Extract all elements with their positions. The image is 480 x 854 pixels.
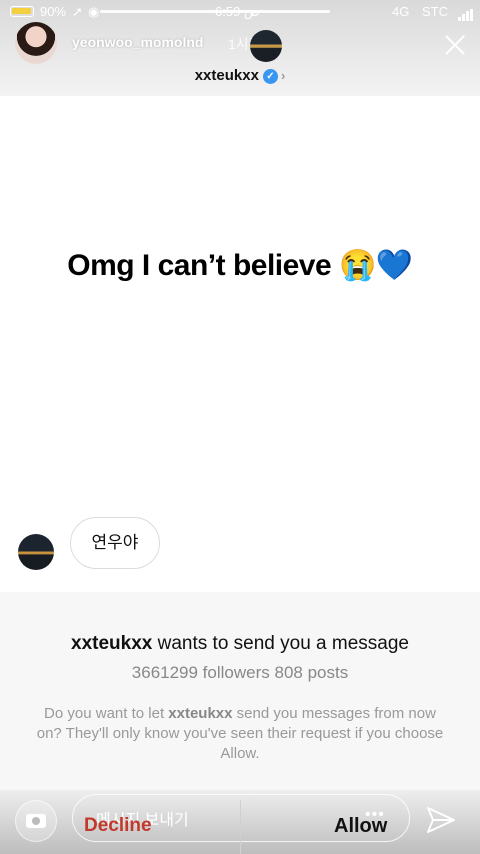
story-text: Omg I can’t believe 😭💙: [67, 249, 413, 282]
button-divider: [240, 800, 241, 854]
message-bubble[interactable]: 연우야: [70, 517, 160, 569]
request-description: Do you want to let xxteukxx send you mes…: [30, 704, 450, 764]
dm-avatar[interactable]: [250, 30, 282, 62]
location-icon: ➚: [72, 4, 83, 19]
battery-icon: [10, 6, 34, 17]
dm-header[interactable]: xxteukxx ✓ ›: [0, 67, 480, 84]
dm-username: xxteukxx: [194, 67, 259, 84]
verified-badge-icon: ✓: [262, 68, 278, 84]
request-stats: 3661299 followers 808 posts: [131, 663, 349, 682]
chevron-right-icon: ›: [280, 68, 286, 83]
desc-prefix: Do you want to let: [44, 705, 169, 722]
battery-percent: 90%: [40, 4, 67, 19]
close-icon[interactable]: [440, 30, 470, 60]
camera-icon[interactable]: [15, 800, 57, 842]
story-avatar[interactable]: [15, 22, 57, 64]
request-username[interactable]: xxteukxx: [71, 633, 152, 654]
allow-button[interactable]: Allow: [334, 815, 387, 838]
alarm-icon: ◉: [88, 4, 100, 19]
story-progress-bar: [100, 10, 330, 13]
sender-avatar[interactable]: [18, 534, 54, 570]
desc-username: xxteukxx: [168, 705, 233, 722]
network-type: 4G: [392, 4, 410, 19]
request-title: xxteukxx wants to send you a message: [0, 633, 480, 655]
decline-button[interactable]: Decline: [84, 815, 152, 837]
send-icon[interactable]: [426, 806, 456, 834]
signal-icon: [458, 6, 474, 21]
request-title-suffix: wants to send you a message: [152, 633, 409, 654]
carrier-name: STC: [422, 4, 448, 19]
story-username[interactable]: yeonwoo_momolnd: [72, 34, 203, 50]
